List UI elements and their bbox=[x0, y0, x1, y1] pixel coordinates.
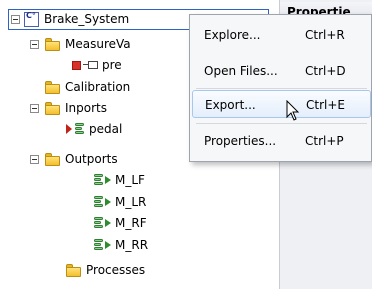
tree-item-label: Calibration bbox=[65, 80, 131, 94]
tree-item-m-lf[interactable]: M_LF bbox=[92, 171, 145, 189]
outport-icon bbox=[92, 216, 114, 230]
tree-item-label: M_RF bbox=[115, 216, 147, 230]
menu-item-label: Export... bbox=[205, 98, 256, 112]
tree-item-label: M_LF bbox=[115, 173, 145, 187]
component-type-badge: C bbox=[26, 10, 32, 20]
tree-item-label: Inports bbox=[65, 101, 107, 115]
menu-item-label: Properties... bbox=[204, 134, 277, 148]
menu-item-shortcut: Ctrl+R bbox=[305, 28, 345, 42]
folder-icon bbox=[45, 101, 61, 115]
tree-item-calibration[interactable]: Calibration bbox=[45, 78, 130, 96]
inport-arrow-icon bbox=[66, 124, 72, 134]
tree-item-m-rf[interactable]: M_RF bbox=[92, 214, 147, 232]
collapse-toggle-icon[interactable] bbox=[30, 39, 39, 49]
tree-item-label: M_LR bbox=[115, 195, 147, 209]
menu-item-export[interactable]: Export... Ctrl+E bbox=[192, 90, 371, 118]
tree-item-processes[interactable]: Processes bbox=[66, 261, 145, 279]
tree-item-outports[interactable]: Outports bbox=[30, 150, 118, 168]
tree-item-label: pre bbox=[102, 58, 122, 72]
menu-item-shortcut: Ctrl+P bbox=[305, 134, 344, 148]
mouse-pointer-icon bbox=[286, 100, 300, 121]
tree-item-measurevariables[interactable]: MeasureVa bbox=[30, 35, 131, 53]
context-menu: Explore... Ctrl+R Open Files... Ctrl+D E… bbox=[189, 14, 372, 162]
tree-item-label: Brake_System bbox=[44, 12, 130, 26]
component-type-icon: C° bbox=[24, 10, 39, 27]
tree-item-label: M_RR bbox=[115, 238, 149, 252]
folder-icon bbox=[45, 80, 61, 94]
tree-item-label: MeasureVa bbox=[65, 37, 131, 51]
menu-item-properties[interactable]: Properties... Ctrl+P bbox=[192, 127, 371, 155]
menu-item-shortcut: Ctrl+D bbox=[305, 64, 346, 78]
outport-icon bbox=[92, 195, 114, 209]
measure-variable-icon bbox=[83, 60, 99, 70]
menu-separator bbox=[196, 123, 367, 124]
application-window: Propertie C° Brake_System MeasureVa pre … bbox=[0, 0, 372, 289]
tree-item-label: Processes bbox=[86, 263, 146, 277]
collapse-toggle-icon[interactable] bbox=[30, 154, 39, 164]
collapse-toggle-icon[interactable] bbox=[30, 103, 39, 113]
folder-icon bbox=[45, 152, 61, 166]
folder-icon bbox=[45, 37, 61, 51]
tree-item-inports[interactable]: Inports bbox=[30, 99, 107, 117]
tree-item-m-lr[interactable]: M_LR bbox=[92, 193, 146, 211]
outport-icon bbox=[92, 173, 114, 187]
menu-item-shortcut: Ctrl+E bbox=[306, 98, 345, 112]
tree-item-pedal[interactable]: pedal bbox=[66, 120, 122, 138]
tree-item-brake-system[interactable]: C° Brake_System bbox=[11, 10, 129, 28]
tree-item-pre[interactable]: pre bbox=[72, 56, 122, 74]
folder-icon bbox=[66, 263, 82, 277]
menu-item-label: Open Files... bbox=[204, 64, 278, 78]
variable-icon bbox=[72, 60, 81, 70]
tree-item-m-rr[interactable]: M_RR bbox=[92, 236, 148, 254]
tree-item-label: Outports bbox=[65, 152, 118, 166]
menu-item-open-files[interactable]: Open Files... Ctrl+D bbox=[192, 57, 371, 85]
menu-separator bbox=[196, 88, 367, 89]
outport-icon bbox=[92, 238, 114, 252]
tree-item-label: pedal bbox=[89, 122, 123, 136]
menu-item-explore[interactable]: Explore... Ctrl+R bbox=[192, 21, 371, 49]
collapse-toggle-icon[interactable] bbox=[11, 14, 20, 24]
inport-icon bbox=[73, 122, 87, 136]
menu-item-label: Explore... bbox=[204, 28, 261, 42]
